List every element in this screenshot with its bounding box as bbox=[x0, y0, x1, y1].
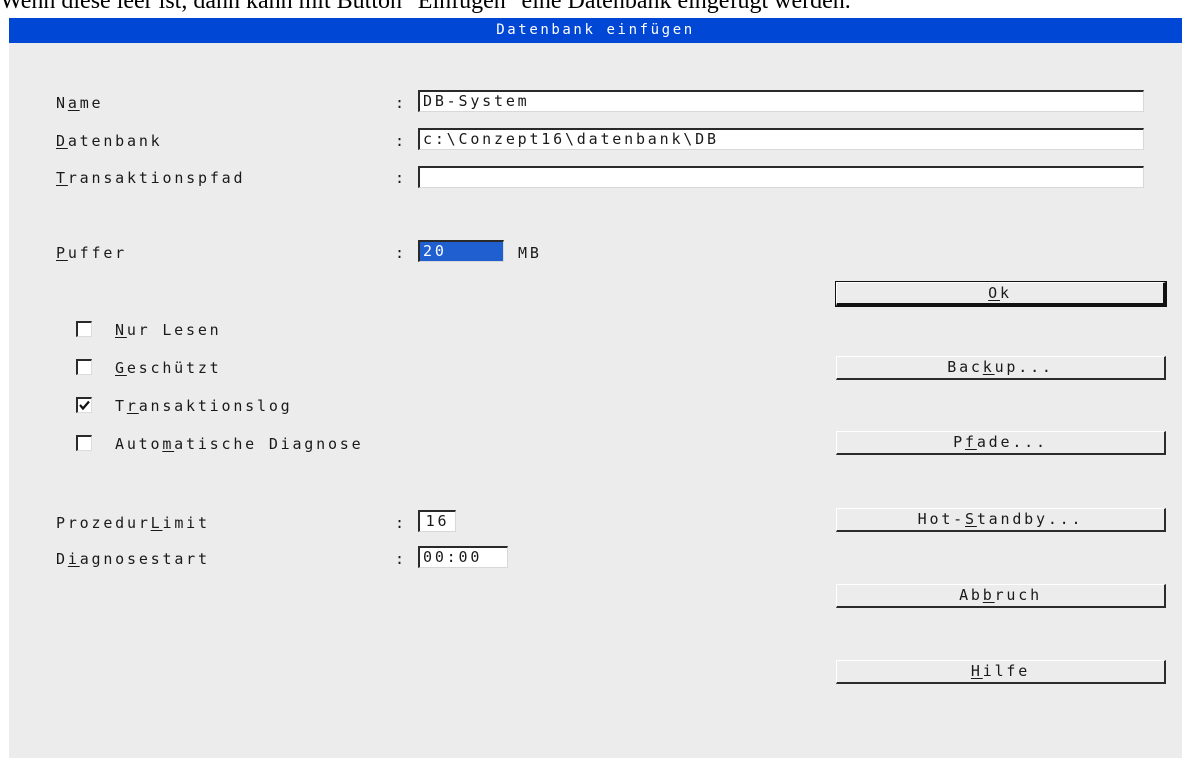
database-path-field[interactable]: c:\Conzept16\datenbank\DB bbox=[418, 128, 1144, 150]
caption-text: Wenn diese leer ist, dann kann mit Butto… bbox=[0, 0, 851, 14]
protected-checkbox[interactable] bbox=[76, 359, 92, 375]
procedure-limit-colon: : bbox=[395, 514, 407, 532]
read-only-checkbox[interactable] bbox=[76, 321, 92, 337]
name-field[interactable]: DB-System bbox=[418, 90, 1144, 112]
buffer-colon: : bbox=[395, 244, 407, 262]
backup-button[interactable]: Backup... bbox=[836, 356, 1166, 380]
auto-diagnosis-checkbox[interactable] bbox=[76, 435, 92, 451]
cancel-button[interactable]: Abbruch bbox=[836, 584, 1166, 608]
diagnosis-start-colon: : bbox=[395, 550, 407, 568]
transaction-path-field[interactable] bbox=[418, 166, 1144, 188]
procedure-limit-field[interactable]: 16 bbox=[418, 510, 456, 532]
transaction-path-label: Transaktionspfad bbox=[56, 169, 246, 187]
database-label: Datenbank bbox=[56, 132, 163, 150]
protected-label[interactable]: Geschützt bbox=[115, 358, 222, 378]
auto-diagnosis-label[interactable]: Automatische Diagnose bbox=[115, 434, 363, 454]
name-label: Name bbox=[56, 94, 104, 112]
transaction-log-checkbox[interactable] bbox=[76, 397, 92, 413]
transaction-log-label[interactable]: Transaktionslog bbox=[115, 396, 293, 416]
buffer-label: Puffer bbox=[56, 244, 127, 262]
ok-button[interactable]: Ok bbox=[835, 281, 1167, 307]
diagnosis-start-field[interactable]: 00:00 bbox=[418, 546, 508, 568]
transaction-path-colon: : bbox=[395, 169, 407, 187]
dialog-title: Datenbank einfügen bbox=[9, 18, 1182, 43]
help-button[interactable]: Hilfe bbox=[836, 660, 1166, 684]
procedure-limit-label: ProzedurLimit bbox=[56, 514, 210, 532]
name-colon: : bbox=[395, 94, 407, 112]
hot-standby-button[interactable]: Hot-Standby... bbox=[836, 508, 1166, 532]
buffer-field[interactable]: 20 bbox=[418, 240, 504, 262]
database-colon: : bbox=[395, 132, 407, 150]
buffer-unit: MB bbox=[518, 244, 542, 262]
paths-button[interactable]: Pfade... bbox=[836, 431, 1166, 455]
diagnosis-start-label: Diagnosestart bbox=[56, 550, 210, 568]
read-only-label[interactable]: Nur Lesen bbox=[115, 320, 222, 340]
check-mark-icon bbox=[79, 400, 90, 411]
